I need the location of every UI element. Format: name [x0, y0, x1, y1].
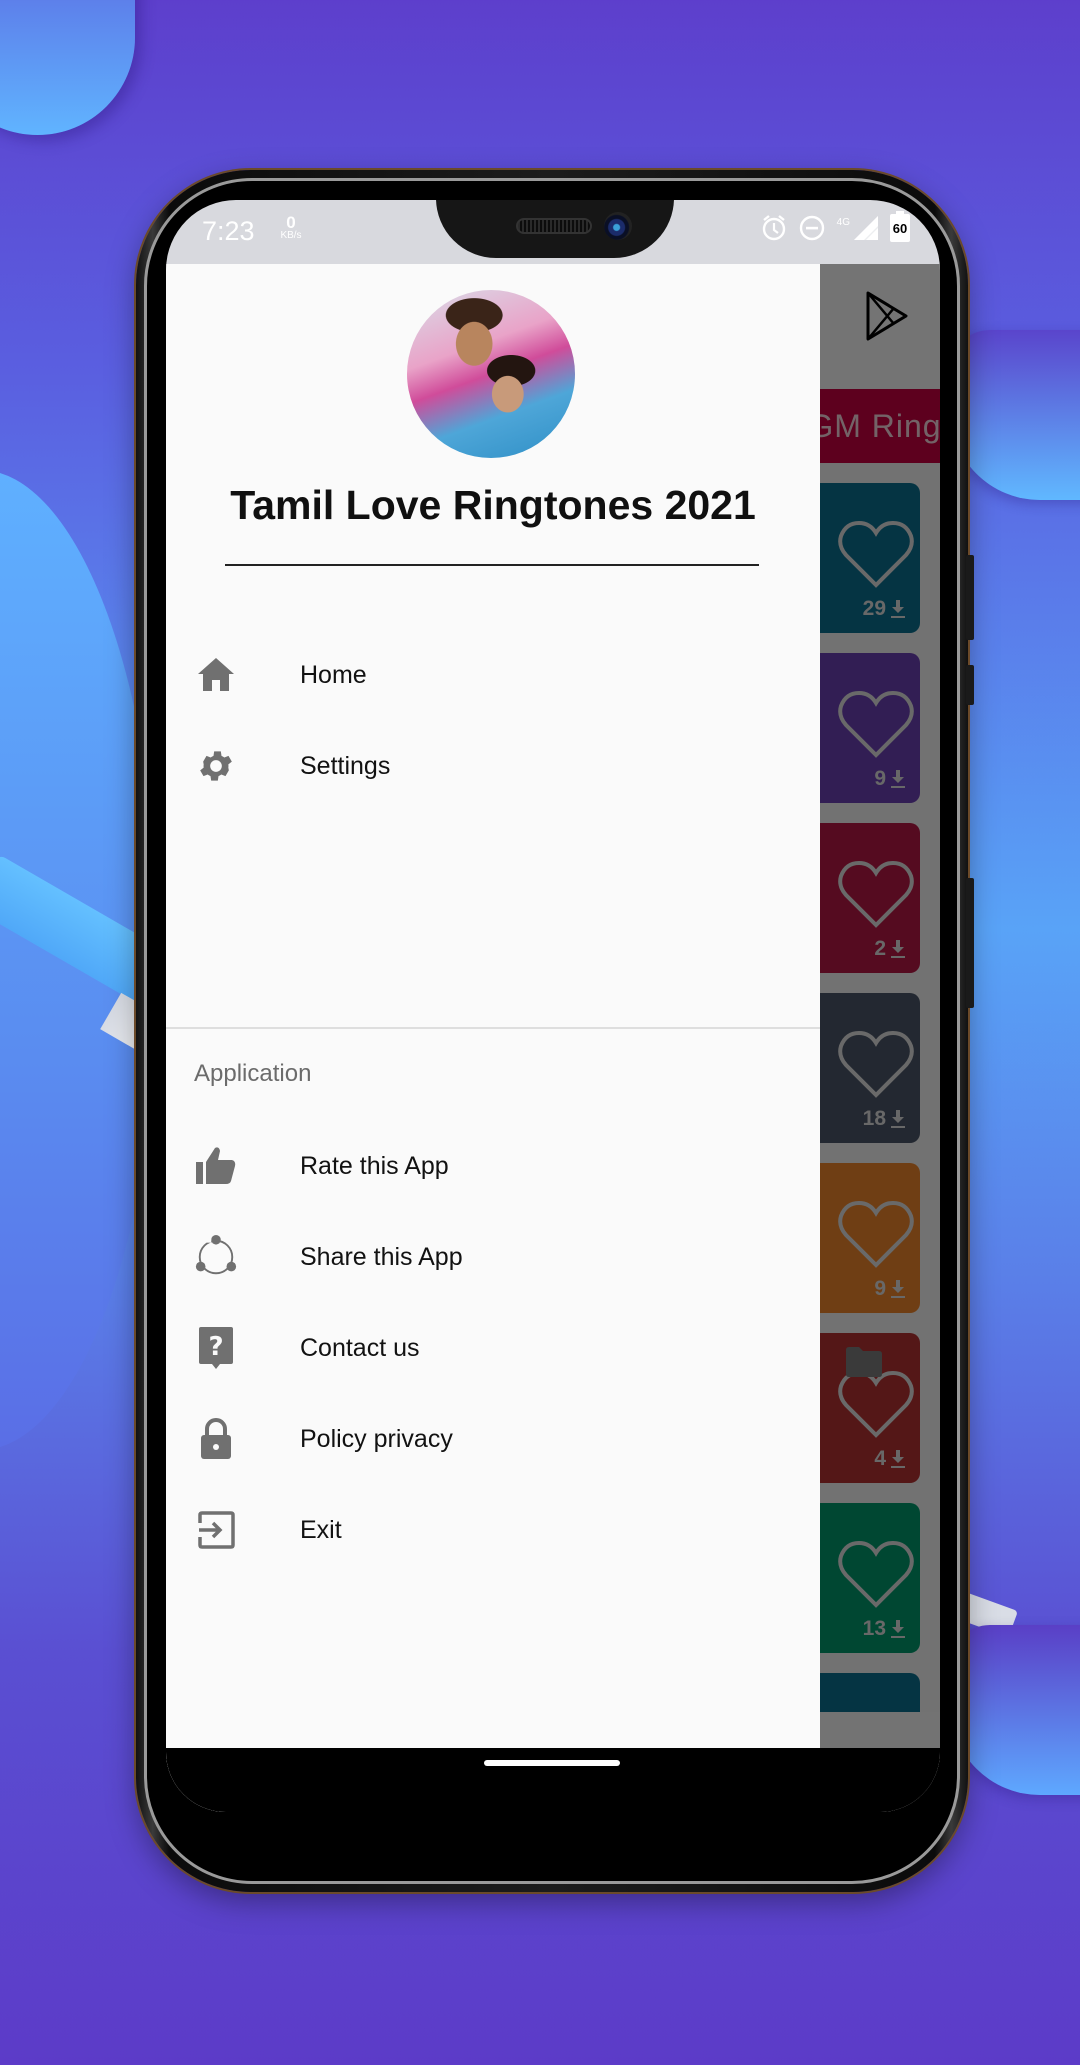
folder-icon[interactable] — [844, 1346, 884, 1378]
share-icon — [194, 1235, 238, 1279]
menu-item-label: Policy privacy — [300, 1424, 453, 1453]
power-button — [966, 878, 974, 1008]
menu-item-contact[interactable]: ? Contact us — [166, 1303, 820, 1393]
home-icon — [194, 653, 238, 697]
network-speed: 0 KB/s — [274, 214, 308, 241]
menu-item-label: Contact us — [300, 1333, 420, 1362]
menu-item-exit[interactable]: Exit — [166, 1485, 820, 1575]
background-shape — [950, 330, 1080, 500]
status-icons: 4G 60 — [761, 211, 910, 242]
alarm-icon — [761, 214, 787, 242]
thumbs-up-icon — [194, 1144, 238, 1188]
front-camera — [604, 212, 632, 240]
section-header-application: Application — [194, 1060, 312, 1087]
do-not-disturb-icon — [799, 215, 825, 241]
battery-icon: 60 — [890, 211, 910, 242]
menu-item-label: Home — [300, 660, 367, 689]
network-type: 4G — [836, 216, 850, 228]
exit-icon — [194, 1508, 238, 1552]
volume-down-button — [966, 665, 974, 705]
gear-icon — [194, 744, 238, 788]
background-shape — [950, 1625, 1080, 1795]
status-time: 7:23 — [202, 216, 255, 246]
home-gesture-bar[interactable] — [484, 1760, 620, 1766]
app-avatar-image — [407, 290, 575, 458]
drawer-app-title: Tamil Love Ringtones 2021 — [230, 482, 756, 528]
background-shape — [0, 0, 135, 135]
menu-item-label: Rate this App — [300, 1151, 449, 1180]
menu-item-settings[interactable]: Settings — [166, 721, 820, 811]
network-speed-value: 0 — [286, 213, 296, 232]
status-bar: 7:23 0 KB/s 4G 60 — [166, 200, 940, 264]
network-speed-unit: KB/s — [280, 230, 302, 241]
section-divider — [166, 1027, 820, 1029]
navigation-drawer: Tamil Love Ringtones 2021 Home Settings … — [166, 264, 820, 1812]
title-divider — [225, 564, 759, 566]
phone-screen: 7:23 0 KB/s 4G 60 Tamil Love Ringtones 2… — [166, 200, 940, 1812]
system-navigation-area — [166, 1748, 940, 1812]
menu-item-label: Exit — [300, 1515, 342, 1544]
menu-item-rate-app[interactable]: Rate this App — [166, 1121, 820, 1211]
earpiece-speaker — [516, 218, 592, 234]
menu-item-home[interactable]: Home — [166, 630, 820, 720]
menu-item-privacy-policy[interactable]: Policy privacy — [166, 1394, 820, 1484]
signal-icon — [854, 216, 878, 240]
svg-text:?: ? — [208, 1332, 223, 1362]
volume-up-button — [966, 555, 974, 640]
menu-item-label: Settings — [300, 751, 391, 780]
menu-item-share-app[interactable]: Share this App — [166, 1212, 820, 1302]
help-icon: ? — [194, 1326, 238, 1370]
lock-icon — [194, 1417, 238, 1461]
menu-item-label: Share this App — [300, 1242, 463, 1271]
